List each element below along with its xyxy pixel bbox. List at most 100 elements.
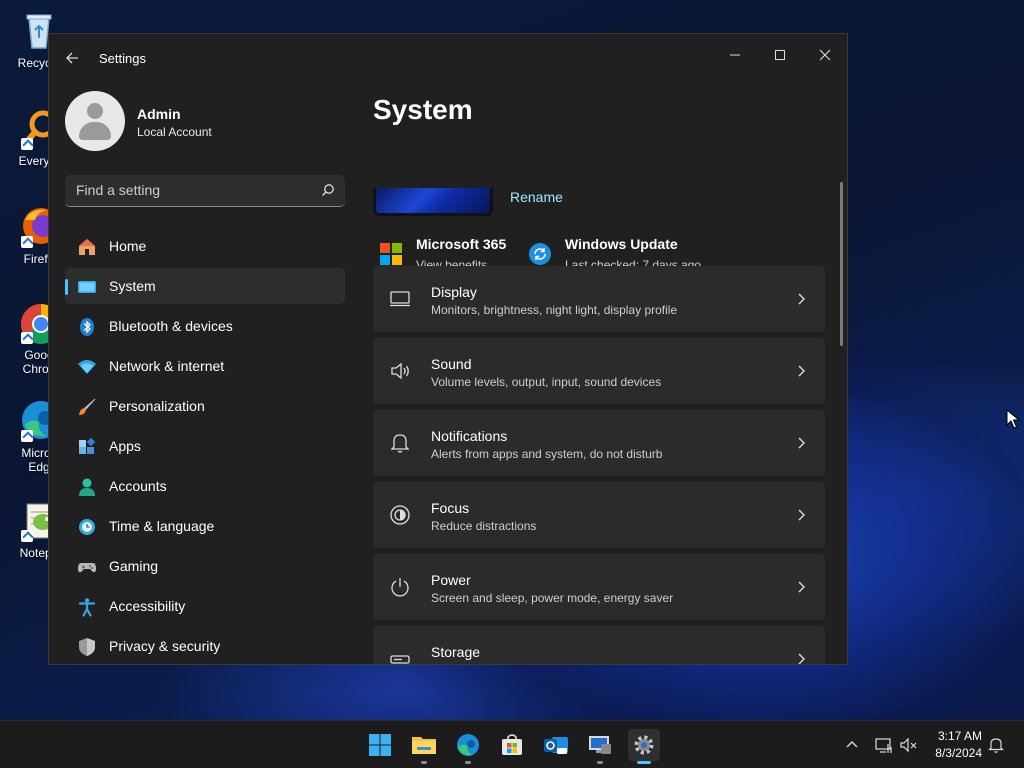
sidebar-item-accessibility[interactable]: Accessibility xyxy=(65,588,345,624)
taskbar-outlook[interactable] xyxy=(540,729,572,761)
profile-account-type: Local Account xyxy=(137,125,212,139)
accessibility-icon xyxy=(78,598,96,617)
quick-link-title: Microsoft 365 xyxy=(416,236,507,252)
focus-card[interactable]: Focus Reduce distractions xyxy=(373,482,825,548)
display-icon xyxy=(390,291,410,307)
clock-time[interactable]: 3:17 AM xyxy=(934,729,982,743)
notification-bell-icon[interactable] xyxy=(986,735,1006,755)
home-icon xyxy=(79,239,95,255)
sidebar-item-label: Time & language xyxy=(109,518,215,534)
sidebar-item-apps[interactable]: Apps xyxy=(65,428,345,464)
sidebar-item-privacy-security[interactable]: Privacy & security xyxy=(65,628,345,664)
network-status-icon[interactable] xyxy=(874,735,894,755)
sidebar-item-home[interactable]: Home xyxy=(65,228,345,264)
chevron-right-icon xyxy=(798,509,805,521)
bluetooth-icon xyxy=(80,318,94,336)
title-bar[interactable]: Settings xyxy=(49,34,847,82)
sidebar-item-label: Network & internet xyxy=(109,358,225,374)
chevron-right-icon xyxy=(798,293,805,305)
microsoft-365-icon xyxy=(380,243,402,265)
search-input[interactable] xyxy=(65,175,305,205)
shortcut-arrow-icon xyxy=(21,236,33,248)
running-indicator xyxy=(465,761,471,764)
edge-icon xyxy=(457,734,479,756)
shield-icon xyxy=(79,638,95,656)
rename-link[interactable]: Rename xyxy=(510,189,563,205)
outlook-icon xyxy=(544,737,568,754)
storage-card[interactable]: Storage xyxy=(373,626,825,664)
clock-date[interactable]: 8/3/2024 xyxy=(928,746,982,760)
sidebar-item-label: Accessibility xyxy=(109,598,186,614)
sidebar-item-network[interactable]: Network & internet xyxy=(65,348,345,384)
sidebar-item-label: System xyxy=(109,278,156,294)
power-card[interactable]: Power Screen and sleep, power mode, ener… xyxy=(373,554,825,620)
card-subtitle: Screen and sleep, power mode, energy sav… xyxy=(431,591,674,605)
sidebar-item-label: Personalization xyxy=(109,398,205,414)
back-button[interactable] xyxy=(63,48,83,68)
taskbar-file-explorer[interactable] xyxy=(408,729,440,764)
taskbar-settings[interactable] xyxy=(628,729,660,764)
card-title: Focus xyxy=(431,500,470,516)
minimize-button[interactable] xyxy=(712,40,758,70)
card-title: Power xyxy=(431,572,471,588)
sidebar-item-gaming[interactable]: Gaming xyxy=(65,548,345,584)
system-icon xyxy=(78,281,96,293)
page-title: System xyxy=(373,94,473,125)
content-scrollbar[interactable] xyxy=(840,182,843,346)
display-card[interactable]: Display Monitors, brightness, night ligh… xyxy=(373,266,825,332)
chevron-right-icon xyxy=(798,437,805,449)
taskbar: 3:17 AM 8/3/2024 xyxy=(0,720,1024,768)
taskbar-store[interactable] xyxy=(496,729,528,761)
profile-name: Admin xyxy=(137,106,181,122)
close-icon xyxy=(819,49,831,61)
card-subtitle: Reduce distractions xyxy=(431,519,537,533)
sidebar-item-personalization[interactable]: Personalization xyxy=(65,388,345,424)
card-subtitle: Alerts from apps and system, do not dist… xyxy=(431,447,663,461)
close-button[interactable] xyxy=(802,40,847,70)
maximize-button[interactable] xyxy=(757,40,803,70)
card-subtitle: Monitors, brightness, night light, displ… xyxy=(431,303,678,317)
volume-muted-icon[interactable] xyxy=(899,735,919,755)
sidebar-item-label: Gaming xyxy=(109,558,159,574)
sidebar-item-system[interactable]: System xyxy=(65,268,345,304)
start-button[interactable] xyxy=(364,729,396,761)
quick-link-title: Windows Update xyxy=(565,236,678,252)
sidebar-item-label: Accounts xyxy=(109,478,167,494)
sound-card[interactable]: Sound Volume levels, output, input, soun… xyxy=(373,338,825,404)
start-icon xyxy=(369,734,391,756)
search-icon[interactable] xyxy=(321,183,335,197)
chevron-right-icon xyxy=(798,653,805,664)
taskbar-remote-desktop[interactable] xyxy=(584,729,616,764)
sidebar-item-label: Apps xyxy=(109,438,141,454)
brush-icon xyxy=(79,398,96,415)
store-icon xyxy=(502,734,522,755)
user-profile[interactable]: Admin Local Account xyxy=(65,91,355,153)
sidebar-item-bluetooth[interactable]: Bluetooth & devices xyxy=(65,308,345,344)
running-indicator xyxy=(597,761,603,764)
sidebar-nav: Home System Bluetooth & devices Network … xyxy=(65,228,345,664)
sidebar-item-label: Bluetooth & devices xyxy=(109,318,233,334)
sidebar-item-accounts[interactable]: Accounts xyxy=(65,468,345,504)
sidebar-item-time-language[interactable]: Time & language xyxy=(65,508,345,544)
active-indicator xyxy=(637,761,651,764)
remote-desktop-icon xyxy=(589,736,611,754)
card-title: Display xyxy=(431,284,477,300)
settings-gear-icon xyxy=(634,735,654,755)
focus-icon xyxy=(390,505,410,525)
minimize-icon xyxy=(730,54,740,56)
running-indicator xyxy=(421,761,427,764)
globe-clock-icon xyxy=(79,519,95,535)
sidebar-item-label: Home xyxy=(109,238,147,254)
card-title: Notifications xyxy=(431,428,508,444)
search-box[interactable] xyxy=(65,175,345,207)
power-icon xyxy=(391,578,409,597)
file-explorer-icon xyxy=(412,737,436,754)
speaker-icon xyxy=(391,362,409,380)
notifications-card[interactable]: Notifications Alerts from apps and syste… xyxy=(373,410,825,476)
chevron-up-icon[interactable] xyxy=(842,735,862,755)
mouse-cursor-icon xyxy=(1006,409,1020,429)
settings-window: Settings Admin Local Account Home System xyxy=(48,33,848,665)
shortcut-arrow-icon xyxy=(21,332,33,344)
taskbar-edge[interactable] xyxy=(452,729,484,764)
device-wallpaper-thumbnail xyxy=(373,188,493,216)
